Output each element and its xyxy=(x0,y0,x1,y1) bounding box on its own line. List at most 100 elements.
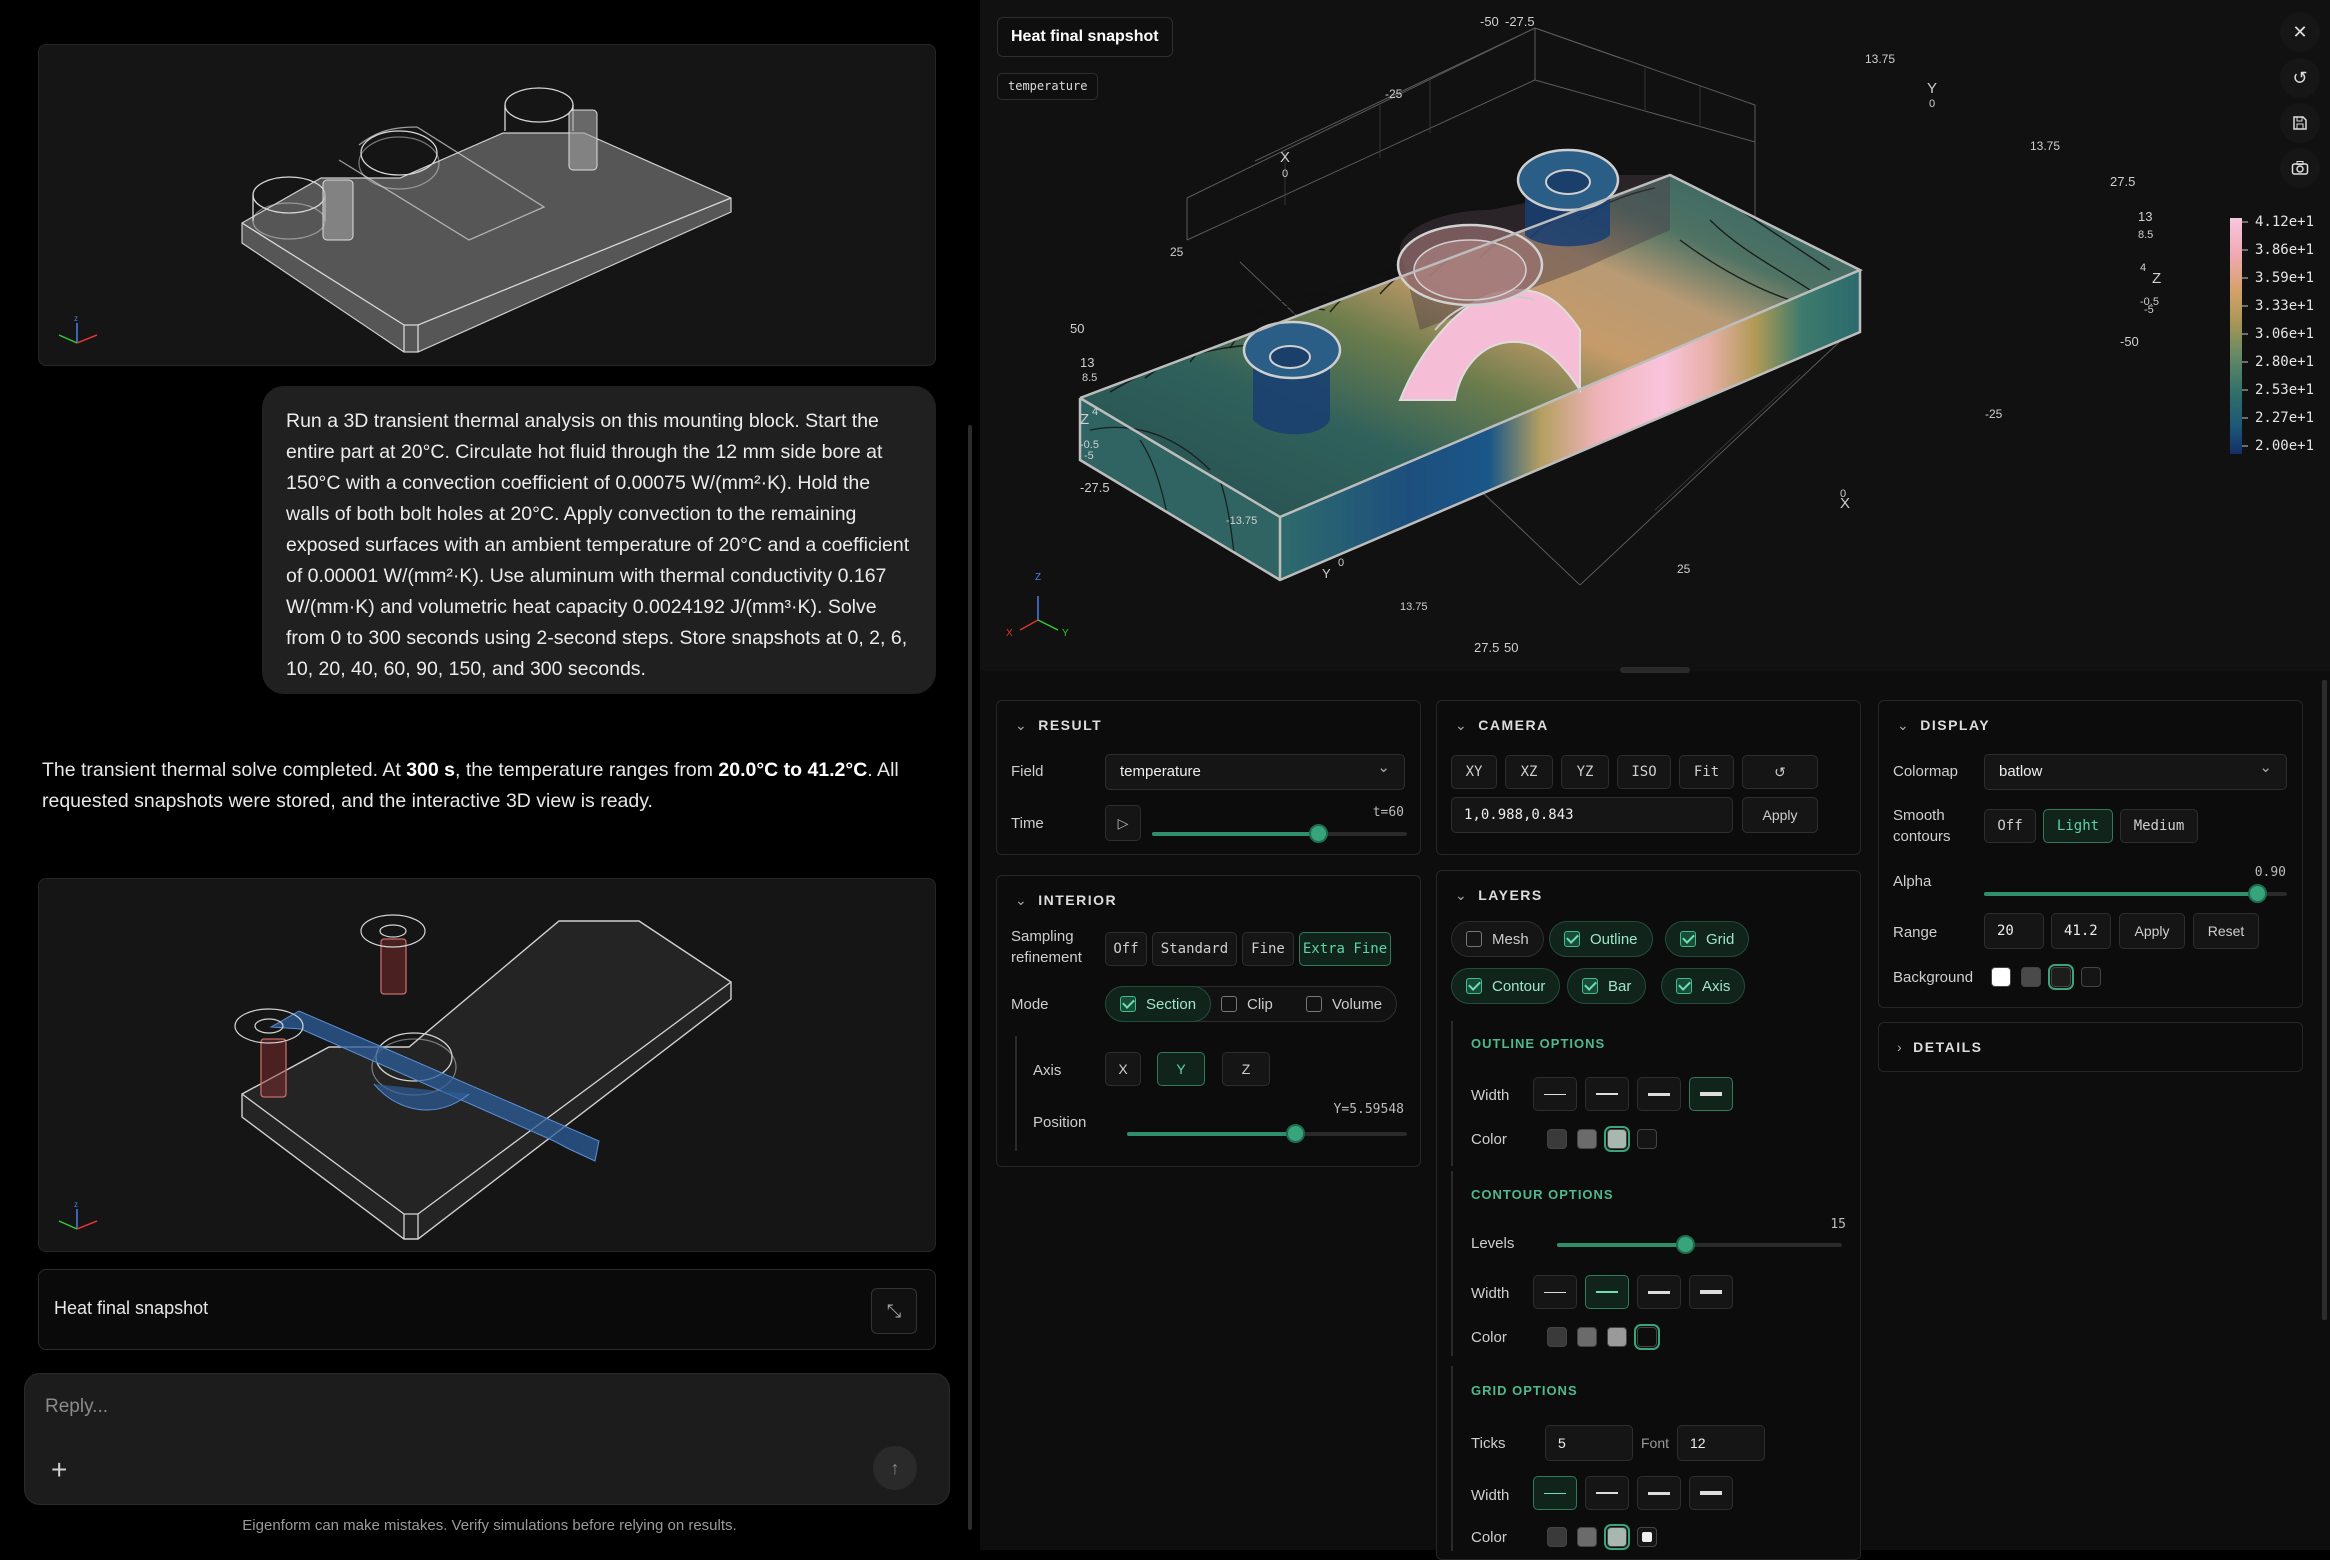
collapse-icon[interactable]: ⤡ xyxy=(871,1288,917,1334)
svg-text:z: z xyxy=(74,1200,78,1209)
contour-color-light[interactable] xyxy=(1607,1327,1627,1347)
axis-label: Axis xyxy=(1033,1062,1062,1079)
contour-color-mid[interactable] xyxy=(1577,1327,1597,1347)
range-min-input[interactable]: 20 xyxy=(1984,913,2044,949)
grid-color-dark[interactable] xyxy=(1547,1527,1567,1547)
panel-scrollbar[interactable] xyxy=(2322,680,2327,1320)
mode-section[interactable]: Section xyxy=(1105,986,1212,1022)
view-yz[interactable]: YZ xyxy=(1561,755,1609,789)
camera-direction-input[interactable]: 1,0.988,0.843 xyxy=(1451,797,1733,833)
mode-clip[interactable]: Clip xyxy=(1207,986,1287,1022)
axis-z[interactable]: Z xyxy=(1222,1052,1270,1086)
camera-header[interactable]: ⌄ CAMERA xyxy=(1455,717,1549,734)
tick-label: 25 xyxy=(1170,245,1184,259)
outline-color-mid[interactable] xyxy=(1577,1129,1597,1149)
axis-x[interactable]: X xyxy=(1105,1052,1141,1086)
colormap-select[interactable]: batlow xyxy=(1984,751,2287,790)
grid-width-2[interactable] xyxy=(1585,1476,1629,1510)
position-slider[interactable] xyxy=(1127,1124,1407,1143)
contour-width-2[interactable] xyxy=(1585,1275,1629,1309)
levels-slider[interactable] xyxy=(1557,1235,1842,1254)
layer-bar[interactable]: Bar xyxy=(1567,968,1647,1004)
tick-label: 0 xyxy=(1338,557,1344,569)
sampling-standard[interactable]: Standard xyxy=(1152,932,1237,966)
grid-width-3[interactable] xyxy=(1637,1476,1681,1510)
background-gray[interactable] xyxy=(2021,967,2041,987)
3d-viewer[interactable]: Z X Y -50 -27.5 13.75 -25 13.75 27.5 Y 0… xyxy=(980,0,2330,671)
contour-color-label: Color xyxy=(1471,1329,1507,1346)
camera-icon[interactable] xyxy=(2280,148,2320,188)
reset-camera-icon[interactable]: ↺ xyxy=(1742,755,1818,789)
axis-label-x-bottom: X xyxy=(1840,495,1850,512)
outline-color-custom[interactable] xyxy=(1637,1129,1657,1149)
background-white[interactable] xyxy=(1991,967,2011,987)
outline-color-light[interactable] xyxy=(1604,1126,1630,1152)
view-xy[interactable]: XY xyxy=(1451,755,1497,789)
save-icon[interactable] xyxy=(2280,103,2320,143)
layer-contour[interactable]: Contour xyxy=(1451,968,1561,1004)
smooth-light[interactable]: Light xyxy=(2043,809,2113,843)
details-header[interactable]: › DETAILS xyxy=(1897,1039,1983,1055)
time-slider[interactable] xyxy=(1152,824,1407,843)
contour-width-4[interactable] xyxy=(1689,1275,1733,1309)
outline-width-2[interactable] xyxy=(1585,1077,1629,1111)
grid-color-mid[interactable] xyxy=(1577,1527,1597,1547)
outline-width-4[interactable] xyxy=(1689,1077,1733,1111)
layers-header[interactable]: ⌄ LAYERS xyxy=(1455,887,1543,904)
layer-outline[interactable]: Outline xyxy=(1549,921,1653,957)
grid-color-white[interactable] xyxy=(1637,1527,1657,1547)
smooth-medium[interactable]: Medium xyxy=(2120,809,2198,843)
outline-width-3[interactable] xyxy=(1637,1077,1681,1111)
details-panel[interactable]: › DETAILS xyxy=(1878,1022,2303,1072)
display-header[interactable]: ⌄ DISPLAY xyxy=(1897,717,1990,734)
cad-model-render: z xyxy=(58,87,732,353)
axis-y[interactable]: Y xyxy=(1157,1052,1205,1086)
sampling-fine[interactable]: Fine xyxy=(1242,932,1294,966)
sampling-off[interactable]: Off xyxy=(1105,932,1147,966)
range-reset-button[interactable]: Reset xyxy=(2193,913,2259,949)
range-max-input[interactable]: 41.2 xyxy=(2051,913,2111,949)
tick-label: 13.75 xyxy=(1865,52,1895,66)
range-apply-button[interactable]: Apply xyxy=(2119,913,2185,949)
result-header[interactable]: ⌄ RESULT xyxy=(1015,717,1102,734)
tick-label: -5 xyxy=(2144,304,2154,316)
contour-width-1[interactable] xyxy=(1533,1275,1577,1309)
background-dark[interactable] xyxy=(2048,964,2074,990)
close-icon[interactable]: ✕ xyxy=(2280,12,2320,52)
chat-scrollbar[interactable] xyxy=(968,425,972,1530)
snapshot-card[interactable]: Heat final snapshot ⤡ xyxy=(38,1269,936,1350)
splitter-handle[interactable] xyxy=(1620,667,1690,673)
layer-grid[interactable]: Grid xyxy=(1665,921,1750,957)
view-iso[interactable]: ISO xyxy=(1617,755,1671,789)
contour-width-3[interactable] xyxy=(1637,1275,1681,1309)
layer-mesh[interactable]: Mesh xyxy=(1451,921,1544,957)
reply-input[interactable] xyxy=(45,1396,905,1418)
outline-color-dark[interactable] xyxy=(1547,1129,1567,1149)
send-arrow-icon[interactable]: ↑ xyxy=(873,1446,917,1490)
colorbar-label: 2.80e+1 xyxy=(2255,354,2315,370)
background-custom[interactable] xyxy=(2081,967,2101,987)
reset-view-icon[interactable]: ↺ xyxy=(2280,58,2320,98)
font-input[interactable]: 12 xyxy=(1677,1425,1765,1461)
view-xz[interactable]: XZ xyxy=(1505,755,1553,789)
grid-width-1[interactable] xyxy=(1533,1476,1577,1510)
grid-width-4[interactable] xyxy=(1689,1476,1733,1510)
contour-color-dark[interactable] xyxy=(1547,1327,1567,1347)
interior-panel: ⌄ INTERIOR Sampling refinement Off Standa… xyxy=(996,875,1421,1167)
interior-header[interactable]: ⌄ INTERIOR xyxy=(1015,892,1117,909)
thermal-plot[interactable]: Z X Y -50 -27.5 13.75 -25 13.75 27.5 Y 0… xyxy=(980,0,2330,671)
smooth-off[interactable]: Off xyxy=(1984,809,2036,843)
camera-apply-button[interactable]: Apply xyxy=(1742,797,1818,833)
grid-color-light[interactable] xyxy=(1604,1524,1630,1550)
attach-plus-icon[interactable]: + xyxy=(51,1454,67,1486)
sampling-extra-fine[interactable]: Extra Fine xyxy=(1299,932,1391,966)
view-fit[interactable]: Fit xyxy=(1679,755,1734,789)
contour-color-black[interactable] xyxy=(1634,1324,1660,1350)
layer-axis[interactable]: Axis xyxy=(1661,968,1746,1004)
field-select[interactable]: temperature xyxy=(1105,751,1405,790)
alpha-slider[interactable] xyxy=(1984,884,2287,903)
ticks-input[interactable]: 5 xyxy=(1545,1425,1633,1461)
mode-volume[interactable]: Volume xyxy=(1292,986,1396,1022)
play-button[interactable]: ▷ xyxy=(1105,805,1141,841)
outline-width-1[interactable] xyxy=(1533,1077,1577,1111)
